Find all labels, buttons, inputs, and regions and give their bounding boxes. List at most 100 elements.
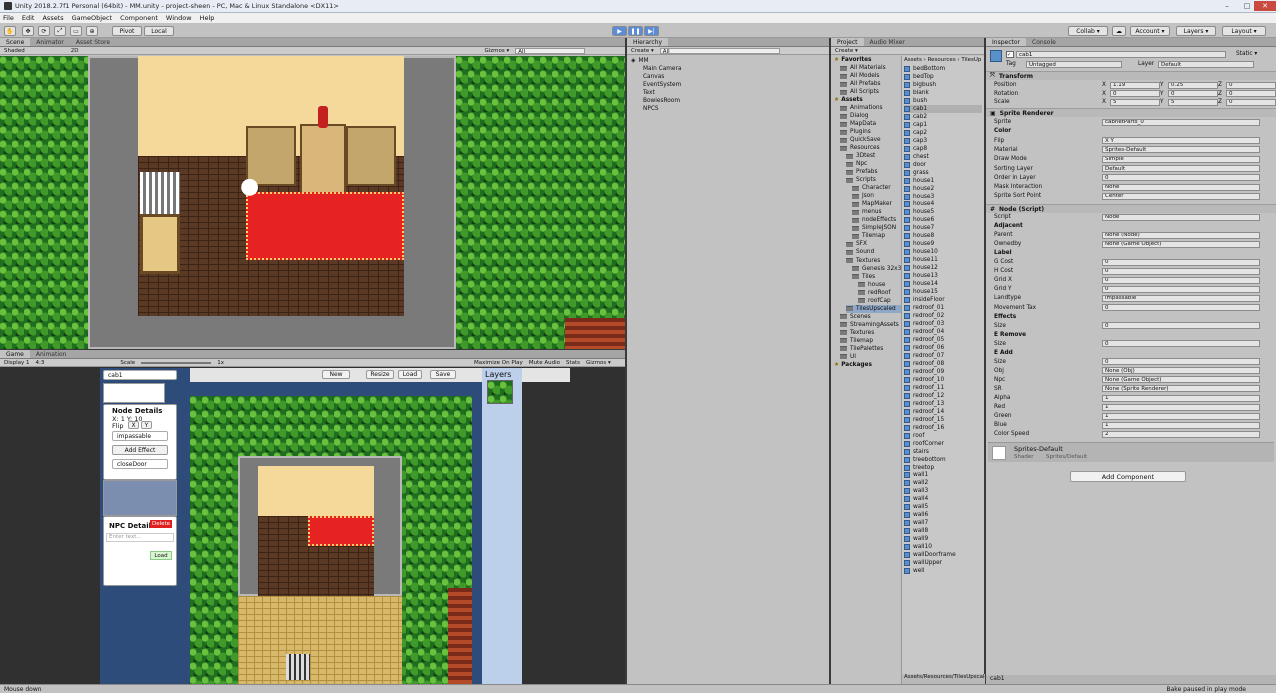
project-file-item[interactable]: grass: [904, 169, 929, 177]
tab-animator[interactable]: Animator: [30, 38, 70, 46]
property-field[interactable]: Simple: [1102, 155, 1260, 163]
sprite-renderer-header[interactable]: ▣ Sprite Renderer: [986, 108, 1276, 117]
menu-component[interactable]: Component: [120, 14, 158, 22]
property-field[interactable]: Sprites-Default: [1102, 146, 1260, 154]
project-folder[interactable]: Genesis 32x32: [852, 265, 901, 273]
effect-dropdown[interactable]: closeDoor: [112, 459, 168, 469]
project-folder[interactable]: SimpleJSON: [852, 224, 896, 232]
project-file-item[interactable]: redroof_11: [904, 384, 944, 392]
minimize-button[interactable]: –: [1216, 1, 1238, 11]
scale-tool-icon[interactable]: ⤢: [54, 26, 66, 36]
project-folder[interactable]: Npc: [846, 160, 867, 168]
new-button[interactable]: New: [322, 370, 350, 379]
project-file-item[interactable]: house8: [904, 232, 934, 240]
project-file-item[interactable]: redroof_12: [904, 392, 944, 400]
project-folder[interactable]: 3Dtest: [846, 152, 875, 160]
project-file-item[interactable]: wall8: [904, 527, 928, 535]
project-folder[interactable]: Resources: [840, 144, 880, 152]
npc-delete-button[interactable]: Delete: [150, 520, 172, 528]
tool-palette[interactable]: [103, 383, 165, 403]
layout-dropdown[interactable]: Layout ▾: [1222, 26, 1266, 36]
project-folder[interactable]: ★ Packages: [834, 361, 872, 369]
property-field[interactable]: None (Game Object): [1102, 376, 1260, 384]
project-file-item[interactable]: redroof_02: [904, 312, 944, 320]
project-file-item[interactable]: wall4: [904, 495, 928, 503]
tile-dropdown[interactable]: cab1: [103, 370, 177, 380]
stats-toggle[interactable]: Stats: [566, 360, 580, 366]
project-file-item[interactable]: bigbush: [904, 81, 936, 89]
project-folder[interactable]: ★ Favorites: [834, 56, 872, 64]
project-create-button[interactable]: Create ▾: [835, 48, 858, 54]
project-file-item[interactable]: house7: [904, 224, 934, 232]
hierarchy-item[interactable]: EventSystem: [643, 81, 681, 89]
play-button[interactable]: ▶: [612, 26, 627, 36]
project-file-item[interactable]: wall7: [904, 519, 928, 527]
transform-field[interactable]: 0: [1226, 98, 1276, 106]
project-folder[interactable]: Dialog: [840, 112, 868, 120]
project-file-item[interactable]: redroof_08: [904, 360, 944, 368]
menu-window[interactable]: Window: [166, 14, 192, 22]
project-file-item[interactable]: wallUpper: [904, 559, 942, 567]
add-effect-button[interactable]: Add Effect: [112, 445, 168, 455]
transform-field[interactable]: 1.19: [1110, 81, 1160, 89]
project-file-item[interactable]: house9: [904, 240, 934, 248]
project-file-item[interactable]: redroof_07: [904, 352, 944, 360]
project-folder[interactable]: MapData: [840, 120, 876, 128]
project-file-item[interactable]: bedTop: [904, 73, 934, 81]
project-folder[interactable]: redRoof: [858, 289, 890, 297]
shader-value[interactable]: Sprites/Default: [1046, 454, 1087, 460]
project-file-item[interactable]: cab1: [904, 104, 982, 113]
project-file-item[interactable]: cab2: [904, 113, 927, 121]
tab-hierarchy[interactable]: Hierarchy: [627, 38, 669, 46]
transform-field[interactable]: 0: [1226, 90, 1276, 97]
project-file-item[interactable]: house13: [904, 272, 938, 280]
aspect-dropdown[interactable]: 4:3: [36, 360, 45, 366]
game-gizmos-dropdown[interactable]: Gizmos ▾: [586, 360, 611, 366]
menu-file[interactable]: File: [3, 14, 14, 22]
project-file-item[interactable]: redroof_16: [904, 424, 944, 432]
cabinet-tile[interactable]: [300, 124, 346, 202]
scene-canvas[interactable]: ●: [0, 56, 625, 349]
resize-button[interactable]: Resize: [366, 370, 394, 379]
project-file-item[interactable]: house15: [904, 288, 938, 296]
project-file-item[interactable]: wall10: [904, 543, 932, 551]
project-file-item[interactable]: house6: [904, 216, 934, 224]
project-folder[interactable]: ★ Assets: [834, 96, 863, 104]
project-folder[interactable]: All Prefabs: [840, 80, 881, 88]
project-file-item[interactable]: redroof_03: [904, 320, 944, 328]
hierarchy-item[interactable]: Text: [643, 89, 655, 97]
project-folder[interactable]: Tilemap: [840, 337, 873, 345]
game-map[interactable]: [190, 396, 472, 684]
project-file-item[interactable]: redroof_09: [904, 368, 944, 376]
project-folder[interactable]: Plugins: [840, 128, 871, 136]
transform-field[interactable]: 0: [1110, 90, 1160, 97]
property-field[interactable]: None (Obj): [1102, 367, 1260, 375]
project-folder[interactable]: Sound: [846, 248, 874, 256]
property-field[interactable]: 0: [1102, 358, 1260, 366]
property-field[interactable]: 0: [1102, 340, 1260, 348]
project-file-item[interactable]: roofCorner: [904, 440, 944, 448]
property-field[interactable]: impassable: [1102, 294, 1260, 302]
hierarchy-item[interactable]: Main Camera: [643, 65, 681, 73]
rect-tool-icon[interactable]: ▭: [70, 26, 82, 36]
step-button[interactable]: ▶|: [644, 26, 659, 36]
camera-gizmo-icon[interactable]: ●: [240, 174, 274, 200]
project-file-item[interactable]: redroof_13: [904, 400, 944, 408]
static-toggle[interactable]: Static ▾: [1236, 50, 1257, 58]
cloud-icon[interactable]: ☁: [1112, 26, 1126, 36]
tab-asset-store[interactable]: Asset Store: [70, 38, 116, 46]
tab-inspector[interactable]: Inspector: [986, 38, 1026, 46]
layers-dropdown[interactable]: Layers ▾: [1176, 26, 1216, 36]
layer-thumbnail[interactable]: [487, 380, 513, 404]
project-folder[interactable]: All Models: [840, 72, 879, 80]
add-component-button[interactable]: Add Component: [1070, 471, 1186, 482]
account-dropdown[interactable]: Account ▾: [1130, 26, 1170, 36]
project-file-item[interactable]: wall9: [904, 535, 928, 543]
property-field[interactable]: 1: [1102, 394, 1260, 402]
scene-search-input[interactable]: All: [515, 47, 586, 55]
transform-field[interactable]: 0: [1168, 90, 1218, 97]
menu-edit[interactable]: Edit: [22, 14, 35, 22]
scale-slider[interactable]: [141, 361, 212, 364]
hand-tool-icon[interactable]: ✋: [4, 26, 16, 36]
transform-field[interactable]: 0: [1226, 81, 1276, 89]
